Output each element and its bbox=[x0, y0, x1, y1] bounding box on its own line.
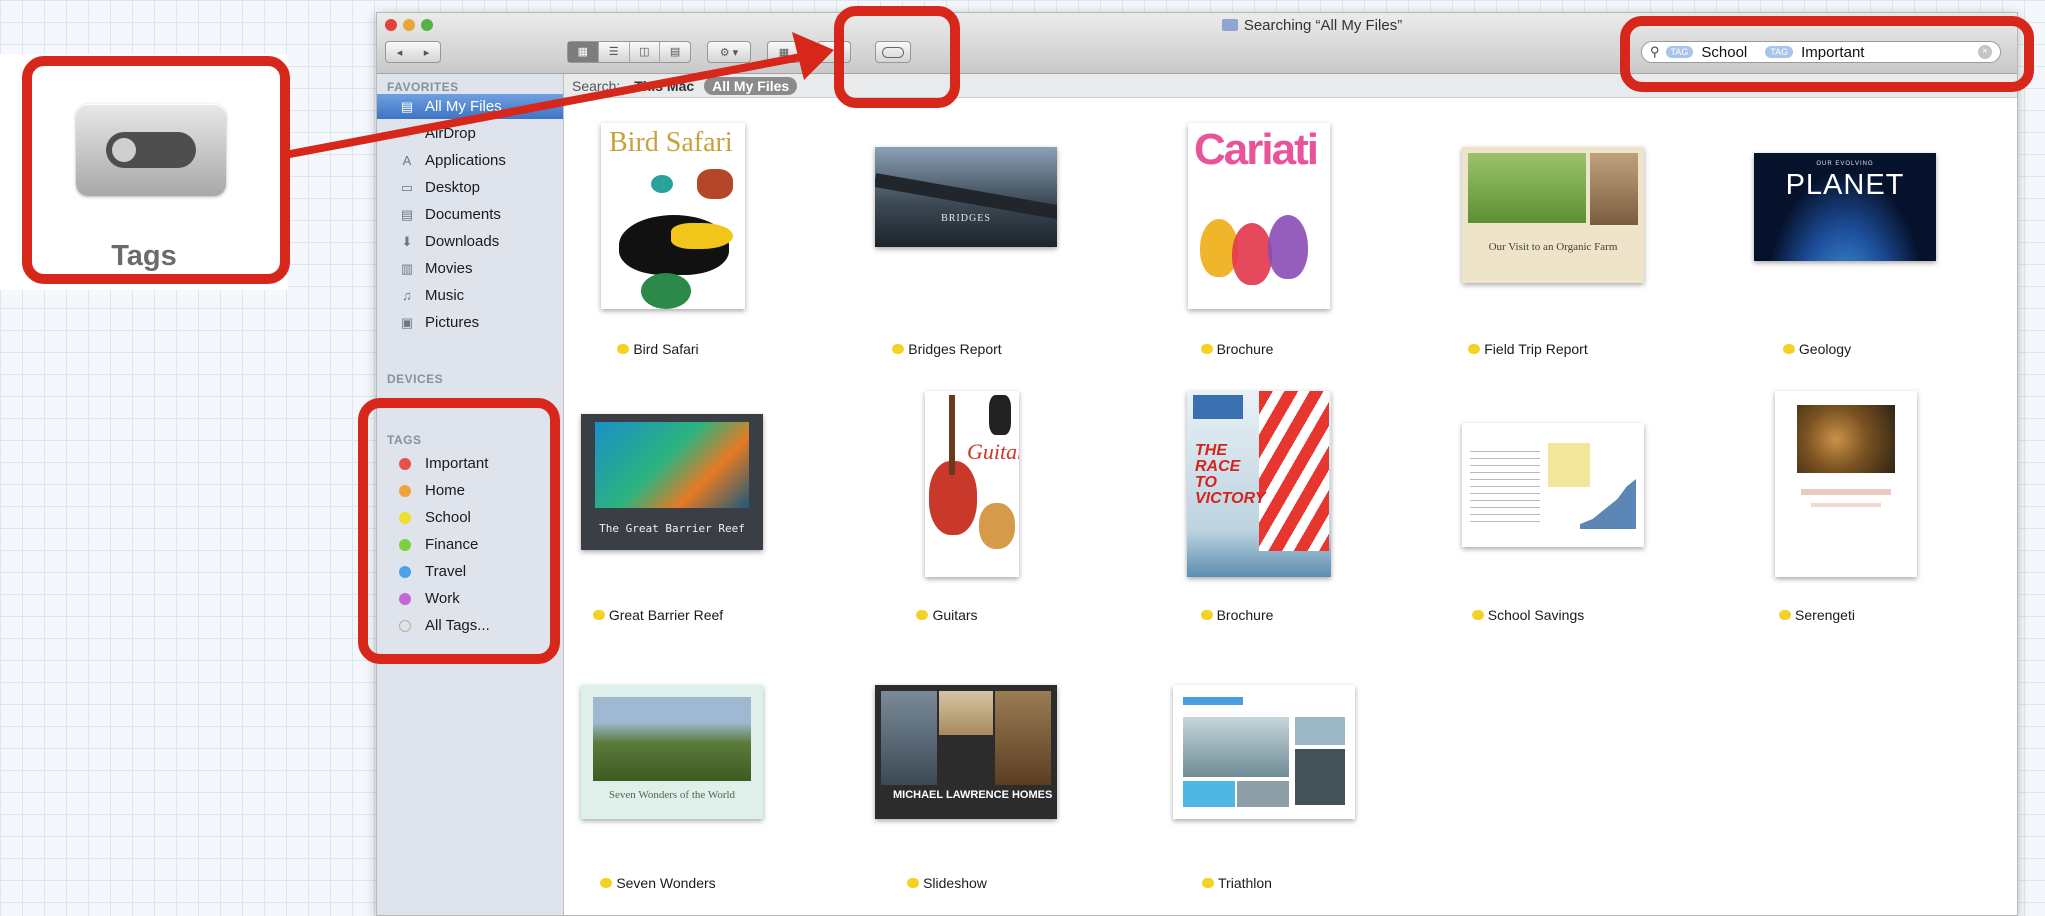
annotation-arrow bbox=[286, 32, 834, 158]
